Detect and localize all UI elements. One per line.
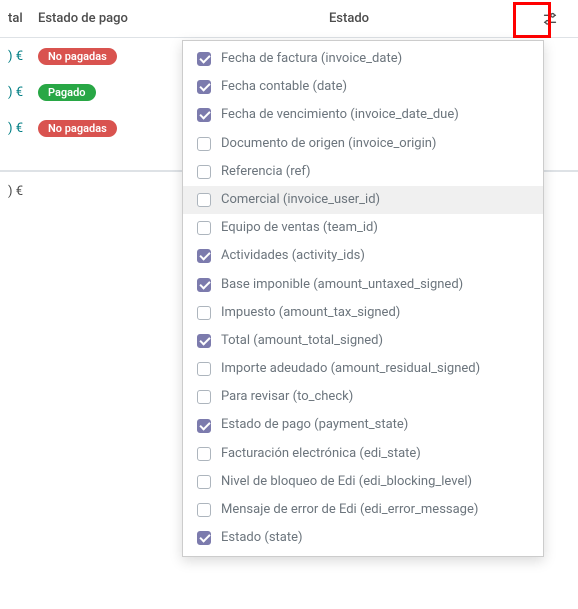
column-status[interactable]: Estado [168, 11, 530, 26]
checkbox-icon [197, 52, 211, 66]
column-option[interactable]: Impuesto (amount_tax_signed) [183, 299, 543, 327]
column-option-label: Impuesto (amount_tax_signed) [221, 304, 400, 322]
column-option[interactable]: Fecha de factura (invoice_date) [183, 45, 543, 73]
column-option[interactable]: Importe adeudado (amount_residual_signed… [183, 355, 543, 383]
column-option[interactable]: Fecha de vencimiento (invoice_date_due) [183, 101, 543, 129]
column-option[interactable]: Nivel de bloqueo de Edi (edi_blocking_le… [183, 468, 543, 496]
amount-value: ) € [8, 49, 23, 64]
column-option[interactable]: Comercial (invoice_user_id) [183, 186, 543, 214]
checkbox-icon [197, 137, 211, 151]
checkbox-icon [197, 80, 211, 94]
column-option-label: Estado de pago (payment_state) [221, 416, 408, 434]
table-header: tal Estado de pago Estado [0, 0, 578, 38]
payment-badge: Pagado [38, 84, 96, 101]
column-option[interactable]: Facturación electrónica (edi_state) [183, 440, 543, 468]
checkbox-icon [197, 108, 211, 122]
column-selector-dropdown: Fecha de factura (invoice_date) Fecha con… [182, 40, 544, 557]
column-option-label: Fecha de factura (invoice_date) [221, 50, 402, 68]
column-option-label: Base imponible (amount_untaxed_signed) [221, 276, 463, 294]
payment-badge: No pagadas [38, 48, 117, 65]
column-payment-state[interactable]: Estado de pago [38, 11, 168, 26]
column-option-label: Comercial (invoice_user_id) [221, 191, 380, 209]
column-option-label: Equipo de ventas (team_id) [221, 219, 378, 237]
checkbox-icon [197, 447, 211, 461]
column-option[interactable]: Total (amount_total_signed) [183, 327, 543, 355]
column-option-label: Referencia (ref) [221, 163, 311, 181]
column-option[interactable]: Para revisar (to_check) [183, 383, 543, 411]
column-option[interactable]: Equipo de ventas (team_id) [183, 214, 543, 242]
column-selector-cell [530, 5, 570, 33]
column-option[interactable]: Documento de origen (invoice_origin) [183, 130, 543, 158]
checkbox-icon [197, 531, 211, 545]
checkbox-icon [197, 334, 211, 348]
checkbox-icon [197, 249, 211, 263]
column-option[interactable]: Base imponible (amount_untaxed_signed) [183, 271, 543, 299]
column-total[interactable]: tal [8, 11, 38, 26]
column-option-label: Importe adeudado (amount_residual_signed… [221, 360, 480, 378]
checkbox-icon [197, 278, 211, 292]
checkbox-icon [197, 503, 211, 517]
amount-value: ) € [8, 85, 23, 100]
column-option-label: Actividades (activity_ids) [221, 247, 365, 265]
checkbox-icon [197, 193, 211, 207]
column-option-label: Facturación electrónica (edi_state) [221, 445, 421, 463]
summary-amount: ) € [8, 184, 23, 199]
column-option-label: Fecha contable (date) [221, 78, 347, 96]
column-option-label: Para revisar (to_check) [221, 388, 353, 406]
checkbox-icon [197, 306, 211, 320]
column-option[interactable]: Actividades (activity_ids) [183, 242, 543, 270]
checkbox-icon [197, 362, 211, 376]
column-option[interactable]: Estado de pago (payment_state) [183, 411, 543, 439]
column-option-label: Estado (state) [221, 529, 303, 547]
column-option-label: Nivel de bloqueo de Edi (edi_blocking_le… [221, 473, 472, 491]
checkbox-icon [197, 165, 211, 179]
column-option[interactable]: Referencia (ref) [183, 158, 543, 186]
column-option[interactable]: Estado (state) [183, 524, 543, 552]
checkbox-icon [197, 475, 211, 489]
column-option-label: Fecha de vencimiento (invoice_date_due) [221, 106, 459, 124]
payment-badge: No pagadas [38, 120, 117, 137]
column-option-label: Documento de origen (invoice_origin) [221, 135, 436, 153]
checkbox-icon [197, 390, 211, 404]
checkbox-icon [197, 221, 211, 235]
amount-value: ) € [8, 121, 23, 136]
column-option[interactable]: Mensaje de error de Edi (edi_error_messa… [183, 496, 543, 524]
column-option-label: Mensaje de error de Edi (edi_error_messa… [221, 501, 478, 519]
column-option[interactable]: Fecha contable (date) [183, 73, 543, 101]
column-selector-button[interactable] [536, 5, 564, 33]
sliders-icon [543, 12, 557, 26]
column-option-label: Total (amount_total_signed) [221, 332, 383, 350]
checkbox-icon [197, 419, 211, 433]
